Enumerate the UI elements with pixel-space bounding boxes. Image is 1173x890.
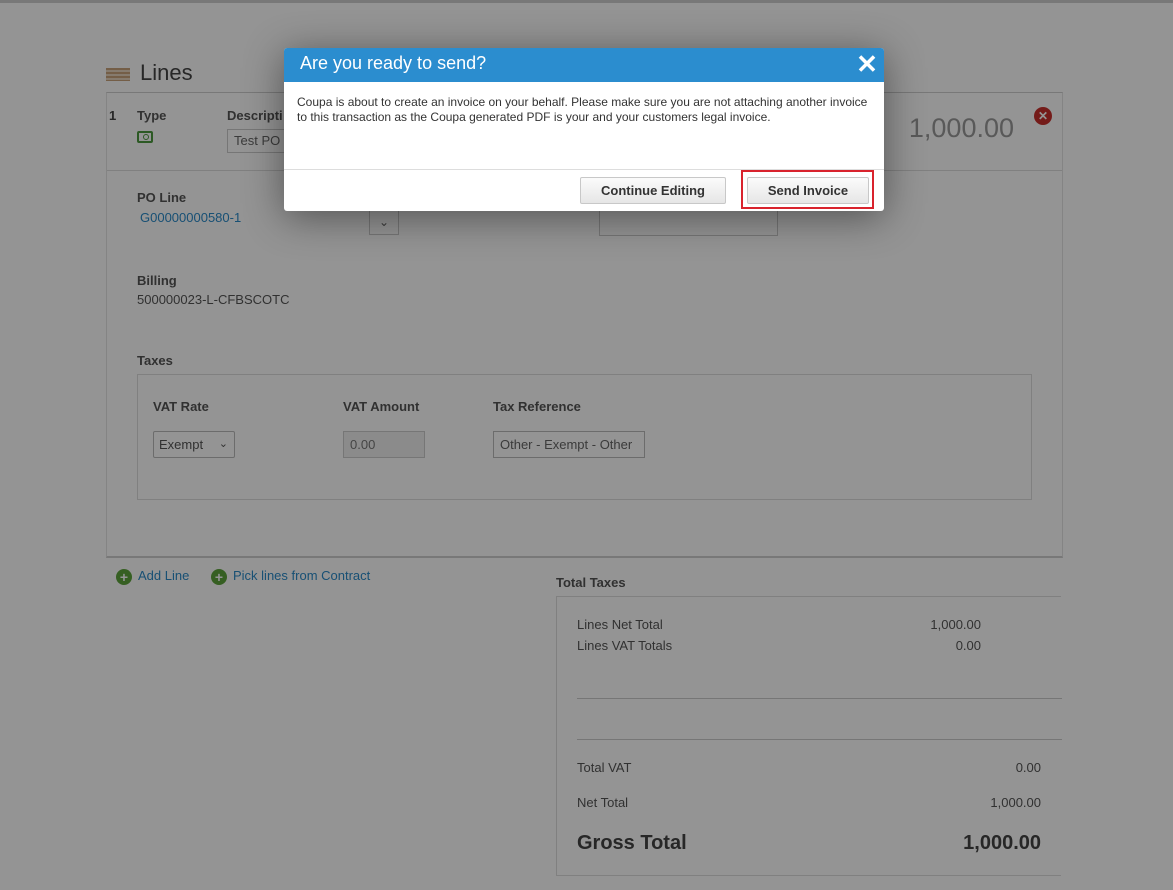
- dialog-title: Are you ready to send?: [300, 53, 487, 73]
- dialog-message: Coupa is about to create an invoice on y…: [297, 95, 868, 124]
- close-icon[interactable]: ✕: [856, 51, 878, 77]
- continue-editing-button[interactable]: Continue Editing: [580, 177, 726, 204]
- dialog-header: Are you ready to send? ✕: [284, 48, 884, 82]
- send-invoice-highlight: [741, 170, 874, 209]
